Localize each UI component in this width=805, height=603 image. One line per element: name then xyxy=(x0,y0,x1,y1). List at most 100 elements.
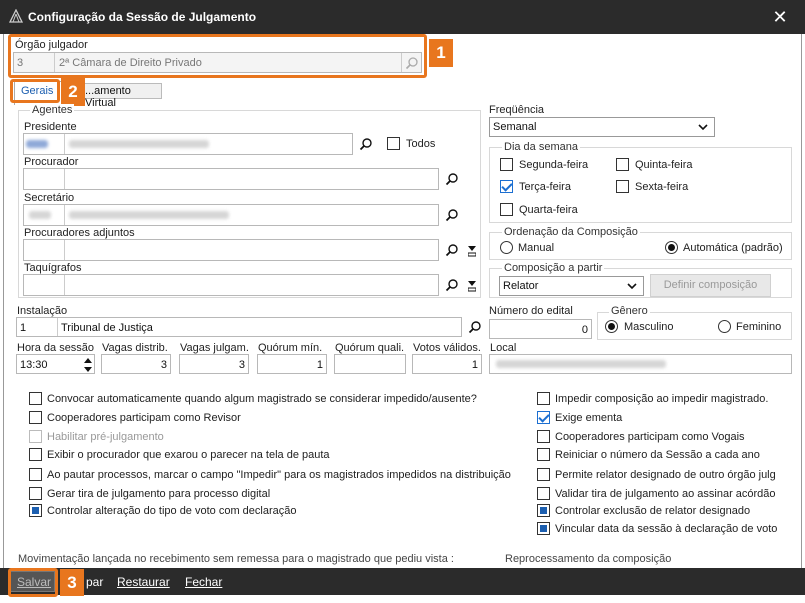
presidente-field[interactable] xyxy=(23,133,353,155)
sexta-label: Sexta-feira xyxy=(635,181,689,193)
definir-composicao-button[interactable]: Definir composição xyxy=(650,274,771,297)
procuradores-adjuntos-label: Procuradores adjuntos xyxy=(24,227,135,239)
option-relator-outro-orgao-checkbox[interactable] xyxy=(537,468,550,481)
instalacao-label: Instalação xyxy=(17,305,68,317)
local-label: Local xyxy=(490,342,517,354)
option-pre-julgamento-checkbox xyxy=(29,430,42,443)
instalacao-code: 1 xyxy=(20,322,27,334)
presidente-search-icon[interactable] xyxy=(359,137,373,151)
close-icon[interactable]: ✕ xyxy=(771,8,789,26)
genero-title: Gênero xyxy=(609,305,650,317)
taquigrafos-field[interactable] xyxy=(23,274,439,296)
manual-label: Manual xyxy=(518,242,555,254)
movimentacao-label: Movimentação lançada no recebimento sem … xyxy=(18,553,454,565)
automatica-radio[interactable] xyxy=(665,241,678,254)
option-vincular-data-checkbox[interactable] xyxy=(537,522,550,535)
vagas-julgam-label: Vagas julgam. xyxy=(180,342,249,354)
edital-label: Número do edital xyxy=(489,305,573,317)
secretario-field[interactable] xyxy=(23,204,439,226)
taquigrafos-label: Taquígrafos xyxy=(24,262,82,274)
callout-1: 1 xyxy=(429,39,453,67)
callout-2: 2 xyxy=(61,78,85,106)
option-cooperadores-revisor-checkbox[interactable] xyxy=(29,411,42,424)
procuradores-adjuntos-search-icon[interactable] xyxy=(445,243,459,257)
segunda-checkbox[interactable] xyxy=(500,158,513,171)
chevron-down-icon xyxy=(627,283,637,290)
masculino-radio[interactable] xyxy=(605,320,618,333)
callout-2-box xyxy=(10,79,60,103)
chevron-down-icon xyxy=(698,124,708,131)
manual-radio[interactable] xyxy=(500,241,513,254)
instalacao-field[interactable]: 1 Tribunal de Justiça xyxy=(16,317,462,337)
secretario-search-icon[interactable] xyxy=(445,208,459,222)
procuradores-adjuntos-list-icon[interactable] xyxy=(468,245,476,257)
frequencia-select[interactable]: Semanal xyxy=(489,117,715,137)
feminino-radio[interactable] xyxy=(718,320,731,333)
procuradores-adjuntos-field[interactable] xyxy=(23,239,439,261)
option-cooperadores-vogais-label: Cooperadores participam como Vogais xyxy=(555,431,745,443)
taquigrafos-search-icon[interactable] xyxy=(445,278,459,292)
quorum-quali-label: Quórum quali. xyxy=(335,342,405,354)
procurador-field[interactable] xyxy=(23,168,439,190)
vagas-distrib-label: Vagas distrib. xyxy=(102,342,168,354)
secretario-label: Secretário xyxy=(24,192,75,204)
option-convocar-checkbox[interactable] xyxy=(29,392,42,405)
option-impedir-checkbox[interactable] xyxy=(29,468,42,481)
title-bar: Configuração da Sessão de Julgamento ✕ xyxy=(0,0,805,34)
votos-validos-field[interactable]: 1 xyxy=(412,354,482,374)
option-gerar-tira-label: Gerar tira de julgamento para processo d… xyxy=(47,488,271,500)
composicao-title: Composição a partir xyxy=(502,262,605,274)
local-field[interactable] xyxy=(489,354,792,374)
option-exibir-procurador-checkbox[interactable] xyxy=(29,448,42,461)
bottom-labels-clip: Movimentação lançada no recebimento sem … xyxy=(15,546,800,568)
fechar-button[interactable]: Fechar xyxy=(185,575,222,589)
option-reiniciar-numero-checkbox[interactable] xyxy=(537,448,550,461)
restaurar-button[interactable]: Restaurar xyxy=(117,575,170,589)
callout-1-box xyxy=(8,34,427,78)
option-controlar-voto-checkbox[interactable] xyxy=(29,504,42,517)
hora-field[interactable]: 13:30 xyxy=(16,354,95,374)
quorum-min-field[interactable]: 1 xyxy=(257,354,327,374)
option-gerar-tira-checkbox[interactable] xyxy=(29,487,42,500)
option-vincular-data-label: Vincular data da sessão à declaração de … xyxy=(555,523,778,535)
reprocessamento-label: Reprocessamento da composição xyxy=(505,553,672,565)
edital-field[interactable]: 0 xyxy=(489,319,592,339)
option-impedir-label: Ao pautar processos, marcar o campo "Imp… xyxy=(47,469,511,481)
taquigrafos-list-icon[interactable] xyxy=(468,280,476,292)
vagas-julgam-field[interactable]: 3 xyxy=(179,354,249,374)
dia-semana-title: Dia da semana xyxy=(502,141,580,153)
option-controlar-exclusao-checkbox[interactable] xyxy=(537,504,550,517)
quinta-checkbox[interactable] xyxy=(616,158,629,171)
todos-checkbox[interactable] xyxy=(387,137,400,150)
option-validar-tira-checkbox[interactable] xyxy=(537,487,550,500)
callout-3-box xyxy=(8,568,58,597)
option-reiniciar-numero-label: Reiniciar o número da Sessão a cada ano xyxy=(555,449,760,461)
option-exige-ementa-label: Exige ementa xyxy=(555,412,623,424)
automatica-label: Automática (padrão) xyxy=(683,242,783,254)
ordenacao-title: Ordenação da Composição xyxy=(502,226,640,238)
limpar-button[interactable]: par xyxy=(86,575,103,589)
composicao-select[interactable]: Relator xyxy=(499,276,644,296)
feminino-label: Feminino xyxy=(736,321,782,333)
quarta-checkbox[interactable] xyxy=(500,203,513,216)
terca-checkbox[interactable] xyxy=(500,180,513,193)
spinner-icon[interactable] xyxy=(84,357,92,373)
callout-3: 3 xyxy=(60,569,84,596)
app-logo-icon xyxy=(9,9,23,23)
instalacao-search-icon[interactable] xyxy=(468,320,482,334)
terca-label: Terça-feira xyxy=(519,181,571,193)
presidente-label: Presidente xyxy=(24,121,77,133)
option-exige-ementa-checkbox[interactable] xyxy=(537,411,550,424)
vagas-distrib-field[interactable]: 3 xyxy=(101,354,171,374)
option-validar-tira-label: Validar tira de julgamento ao assinar ac… xyxy=(555,488,776,500)
instalacao-name: Tribunal de Justiça xyxy=(61,322,153,334)
segunda-label: Segunda-feira xyxy=(519,159,589,171)
quorum-min-label: Quórum mín. xyxy=(258,342,323,354)
option-impedir-composicao-checkbox[interactable] xyxy=(537,392,550,405)
sexta-checkbox[interactable] xyxy=(616,180,629,193)
votos-validos-label: Votos válidos. xyxy=(413,342,481,354)
procurador-search-icon[interactable] xyxy=(445,172,459,186)
footer-bar: Salvar par Restaurar Fechar xyxy=(0,568,805,595)
quorum-quali-field[interactable] xyxy=(334,354,406,374)
option-cooperadores-vogais-checkbox[interactable] xyxy=(537,430,550,443)
